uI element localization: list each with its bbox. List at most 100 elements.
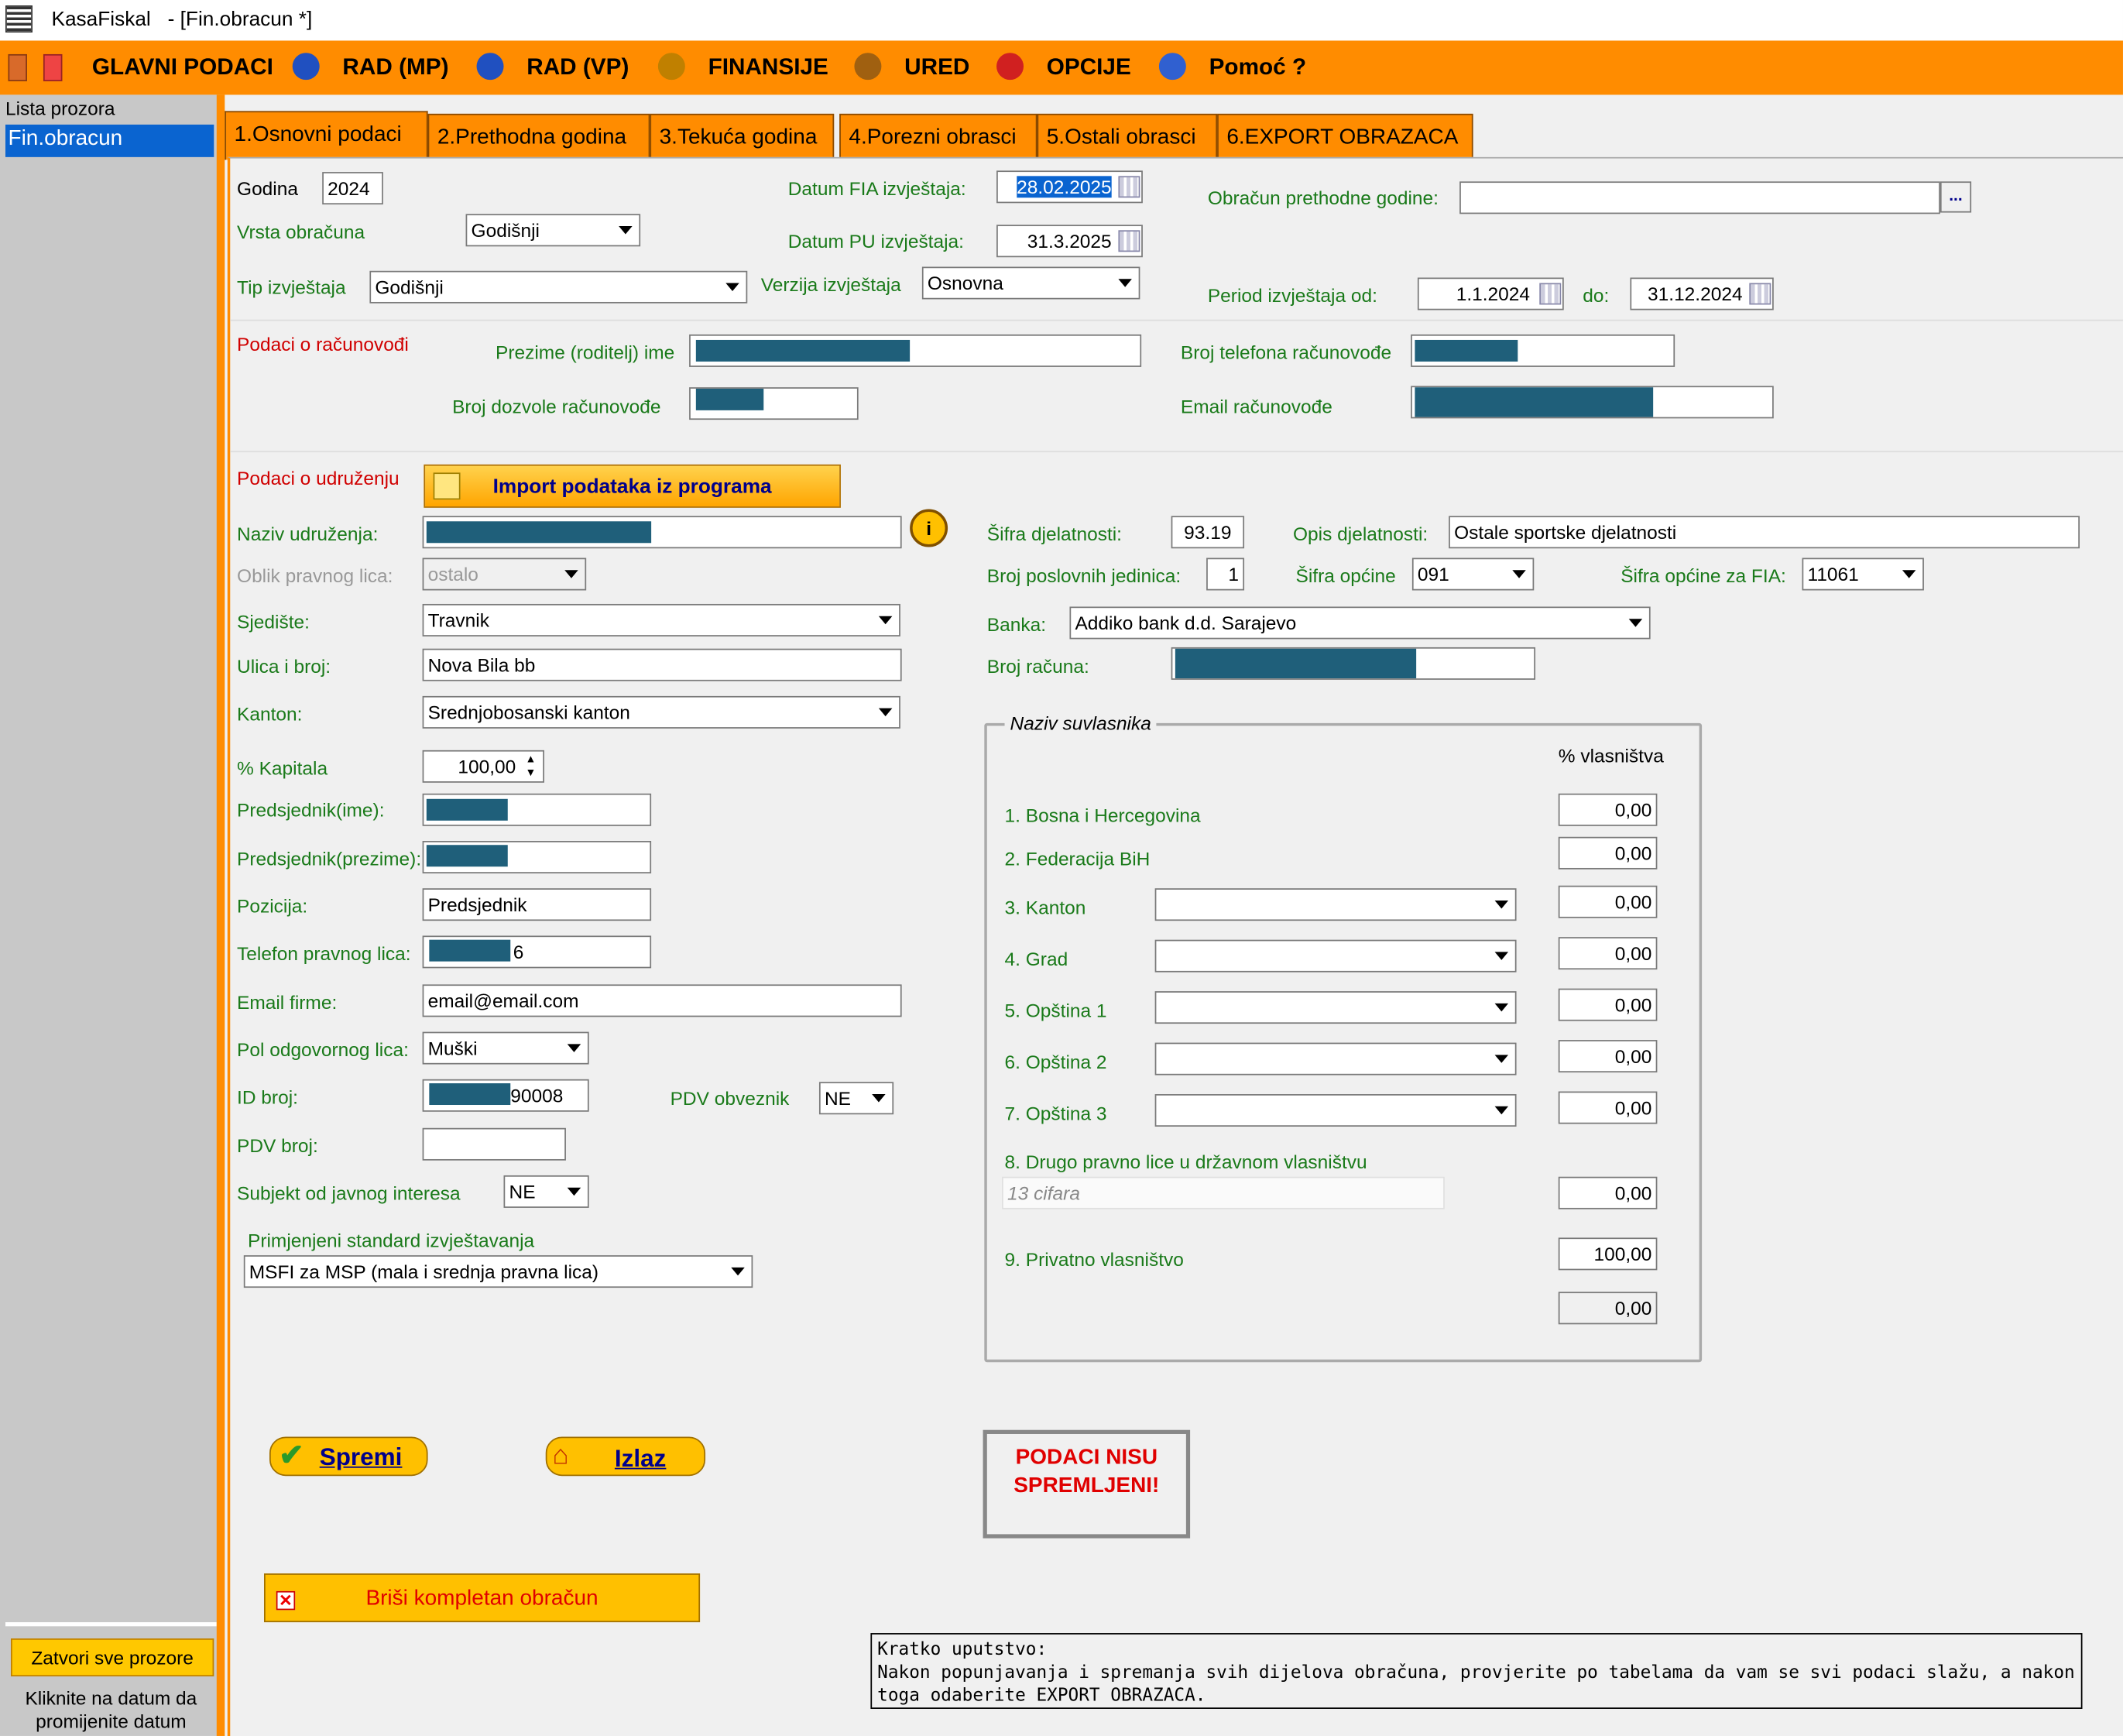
owner-row-pct[interactable]: 0,00 bbox=[1558, 937, 1658, 970]
chevron-down-icon[interactable] bbox=[873, 698, 898, 726]
calendar-icon[interactable] bbox=[1749, 283, 1771, 305]
owner-row-pct[interactable]: 0,00 bbox=[1558, 793, 1658, 826]
datum-pu-picker[interactable]: 31.3.2025 bbox=[996, 225, 1143, 258]
racunovodja-dozvola-field[interactable] bbox=[689, 387, 859, 420]
obracun-prethodne-field[interactable] bbox=[1459, 181, 1940, 214]
chevron-down-icon[interactable] bbox=[1489, 1096, 1514, 1124]
kanton-select[interactable]: Srednjobosanski kanton bbox=[422, 695, 900, 729]
owner-row-select[interactable] bbox=[1154, 1042, 1517, 1076]
chevron-down-icon[interactable] bbox=[561, 1178, 587, 1206]
sifra-opcine-select[interactable]: 091 bbox=[1411, 558, 1535, 591]
calendar-icon[interactable] bbox=[1118, 176, 1140, 198]
javni-interes-select[interactable]: NE bbox=[503, 1175, 589, 1208]
tab-4[interactable]: 4.Porezni obrasci bbox=[839, 113, 1037, 160]
tab-2[interactable]: 2.Prethodna godina bbox=[427, 113, 650, 160]
owner-row-select[interactable] bbox=[1154, 939, 1517, 973]
owner-row-pct[interactable]: 0,00 bbox=[1558, 1040, 1658, 1073]
chevron-down-icon[interactable] bbox=[1623, 609, 1648, 636]
pozicija-field[interactable]: Predsjednik bbox=[422, 888, 652, 921]
datum-fia-picker[interactable]: 28.02.2025 bbox=[996, 170, 1143, 204]
chevron-down-icon[interactable] bbox=[720, 273, 745, 301]
chevron-down-icon[interactable] bbox=[1896, 561, 1922, 588]
help-icon[interactable] bbox=[1158, 53, 1186, 81]
chevron-down-icon[interactable] bbox=[1507, 561, 1531, 588]
info-icon[interactable]: i bbox=[910, 509, 948, 547]
close-all-windows-button[interactable]: Zatvori sve prozore bbox=[10, 1638, 214, 1677]
predsjednik-ime-field[interactable] bbox=[422, 793, 652, 826]
drugo-pravno-lice-pct[interactable]: 0,00 bbox=[1558, 1176, 1658, 1209]
chevron-down-icon[interactable] bbox=[725, 1257, 750, 1285]
clipboard-icon[interactable] bbox=[43, 53, 63, 81]
telefon-field[interactable]: 6 bbox=[422, 935, 652, 969]
menu-item-3[interactable]: FINANSIJE bbox=[708, 54, 828, 81]
calendar-icon[interactable] bbox=[1118, 230, 1140, 252]
owner-row-select[interactable] bbox=[1154, 1094, 1517, 1127]
racunovodja-prezime-field[interactable] bbox=[689, 334, 1142, 367]
kapital-stepper[interactable]: 100,00 ▲ ▼ bbox=[422, 750, 544, 783]
chevron-down-icon[interactable] bbox=[1489, 942, 1514, 970]
import-button[interactable]: Import podataka iz programa bbox=[424, 464, 841, 508]
tab-1[interactable]: 1.Osnovni podaci bbox=[225, 111, 428, 160]
chevron-down-icon[interactable] bbox=[873, 606, 898, 634]
owner-row-pct[interactable]: 0,00 bbox=[1558, 836, 1658, 870]
briefcase-icon[interactable] bbox=[854, 53, 882, 81]
brisi-obracun-button[interactable]: ✕ Briši kompletan obračun bbox=[263, 1573, 701, 1623]
tab-6[interactable]: 6.EXPORT OBRAZACA bbox=[1217, 113, 1473, 160]
racunovodja-email-field[interactable] bbox=[1411, 386, 1774, 419]
naziv-udruzenja-field[interactable] bbox=[422, 516, 902, 549]
sifra-opcine-fia-select[interactable]: 11061 bbox=[1802, 558, 1924, 591]
window-list-item-fin-obracun[interactable]: Fin.obracun bbox=[5, 124, 214, 157]
browse-button[interactable]: ... bbox=[1940, 181, 1972, 213]
id-broj-field[interactable]: 90008 bbox=[422, 1079, 589, 1112]
chevron-down-icon[interactable] bbox=[561, 1034, 587, 1062]
monitor-icon[interactable] bbox=[292, 53, 320, 81]
tab-3[interactable]: 3.Tekuća godina bbox=[650, 113, 835, 160]
chevron-down-icon[interactable] bbox=[1113, 269, 1137, 297]
ulica-field[interactable]: Nova Bila bb bbox=[422, 648, 902, 681]
monitor-icon[interactable] bbox=[476, 53, 504, 81]
chevron-down-icon[interactable] bbox=[1489, 890, 1514, 918]
privatno-pct[interactable]: 100,00 bbox=[1558, 1237, 1658, 1271]
izlaz-button[interactable]: ⌂ Izlaz bbox=[545, 1436, 706, 1477]
owner-row-select[interactable] bbox=[1154, 888, 1517, 921]
opis-djelatnosti-field[interactable]: Ostale sportske djelatnosti bbox=[1449, 516, 2080, 549]
tab-5[interactable]: 5.Ostali obrasci bbox=[1037, 113, 1218, 160]
chevron-down-icon[interactable] bbox=[866, 1084, 891, 1112]
sifra-djelatnosti-field[interactable]: 93.19 bbox=[1171, 516, 1245, 549]
pdv-obveznik-select[interactable]: NE bbox=[818, 1082, 894, 1115]
sjediste-select[interactable]: Travnik bbox=[422, 603, 900, 636]
chevron-down-icon[interactable] bbox=[613, 216, 638, 244]
tip-izvjestaja-select[interactable]: Godišnji bbox=[369, 270, 748, 304]
owner-row-select[interactable] bbox=[1154, 991, 1517, 1024]
chevron-down-icon[interactable] bbox=[1489, 1045, 1514, 1073]
calendar-icon[interactable] bbox=[1539, 283, 1562, 305]
period-od-picker[interactable]: 1.1.2024 bbox=[1417, 277, 1564, 310]
chevron-down-icon[interactable] bbox=[1489, 993, 1514, 1021]
vrsta-obracuna-select[interactable]: Godišnji bbox=[465, 214, 641, 247]
menu-item-1[interactable]: RAD (MP) bbox=[342, 54, 448, 81]
broj-racuna-field[interactable] bbox=[1171, 647, 1536, 680]
pdv-broj-field[interactable] bbox=[422, 1127, 566, 1161]
period-do-picker[interactable]: 31.12.2024 bbox=[1630, 277, 1774, 310]
tools-icon[interactable] bbox=[996, 53, 1024, 81]
owner-row-pct[interactable]: 0,00 bbox=[1558, 885, 1658, 918]
predsjednik-prezime-field[interactable] bbox=[422, 841, 652, 873]
owner-row-pct[interactable]: 0,00 bbox=[1558, 1091, 1658, 1124]
euro-icon[interactable] bbox=[657, 53, 685, 81]
menu-item-2[interactable]: RAD (VP) bbox=[526, 54, 629, 81]
broj-jedinica-field[interactable]: 1 bbox=[1206, 558, 1245, 591]
menu-item-4[interactable]: URED bbox=[904, 54, 969, 81]
menu-item-6[interactable]: Pomoć ? bbox=[1209, 54, 1307, 81]
drugo-pravno-lice-field[interactable]: 13 cifara bbox=[1002, 1176, 1445, 1209]
calculator-icon[interactable] bbox=[8, 53, 27, 81]
verzija-select[interactable]: Osnovna bbox=[921, 266, 1140, 300]
spin-arrows-icon[interactable]: ▲ ▼ bbox=[520, 753, 542, 780]
godina-field[interactable]: 2024 bbox=[322, 172, 383, 205]
banka-select[interactable]: Addiko bank d.d. Sarajevo bbox=[1069, 606, 1651, 640]
email-firme-field[interactable]: email@email.com bbox=[422, 984, 902, 1017]
standard-select[interactable]: MSFI za MSP (mala i srednja pravna lica) bbox=[243, 1255, 753, 1288]
spremi-button[interactable]: ✔ Spremi bbox=[269, 1436, 428, 1477]
menu-item-5[interactable]: OPCIJE bbox=[1047, 54, 1131, 81]
owner-row-pct[interactable]: 0,00 bbox=[1558, 988, 1658, 1021]
menu-item-0[interactable]: GLAVNI PODACI bbox=[92, 54, 273, 81]
